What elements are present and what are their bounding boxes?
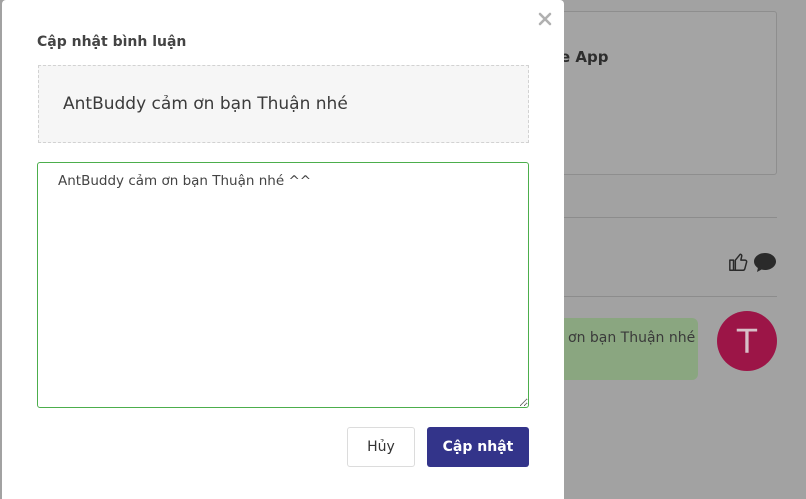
background-card-text: e App <box>560 48 609 66</box>
comment-icon <box>754 253 776 272</box>
close-button[interactable] <box>534 8 556 30</box>
background-divider <box>548 296 777 297</box>
thumbs-up-icon <box>729 253 748 271</box>
background-card <box>548 11 777 175</box>
update-comment-modal: Cập nhật bình luận AntBuddy cảm ơn bạn T… <box>2 0 564 499</box>
background-actions <box>728 251 778 273</box>
comment-edit-textarea[interactable] <box>37 162 529 408</box>
close-icon <box>538 12 552 26</box>
background-divider <box>548 217 777 218</box>
update-button[interactable]: Cập nhật <box>427 427 529 467</box>
cancel-button[interactable]: Hủy <box>347 427 415 467</box>
avatar: T <box>717 311 777 371</box>
original-comment: AntBuddy cảm ơn bạn Thuận nhé <box>38 65 529 143</box>
modal-title: Cập nhật bình luận <box>37 34 187 50</box>
